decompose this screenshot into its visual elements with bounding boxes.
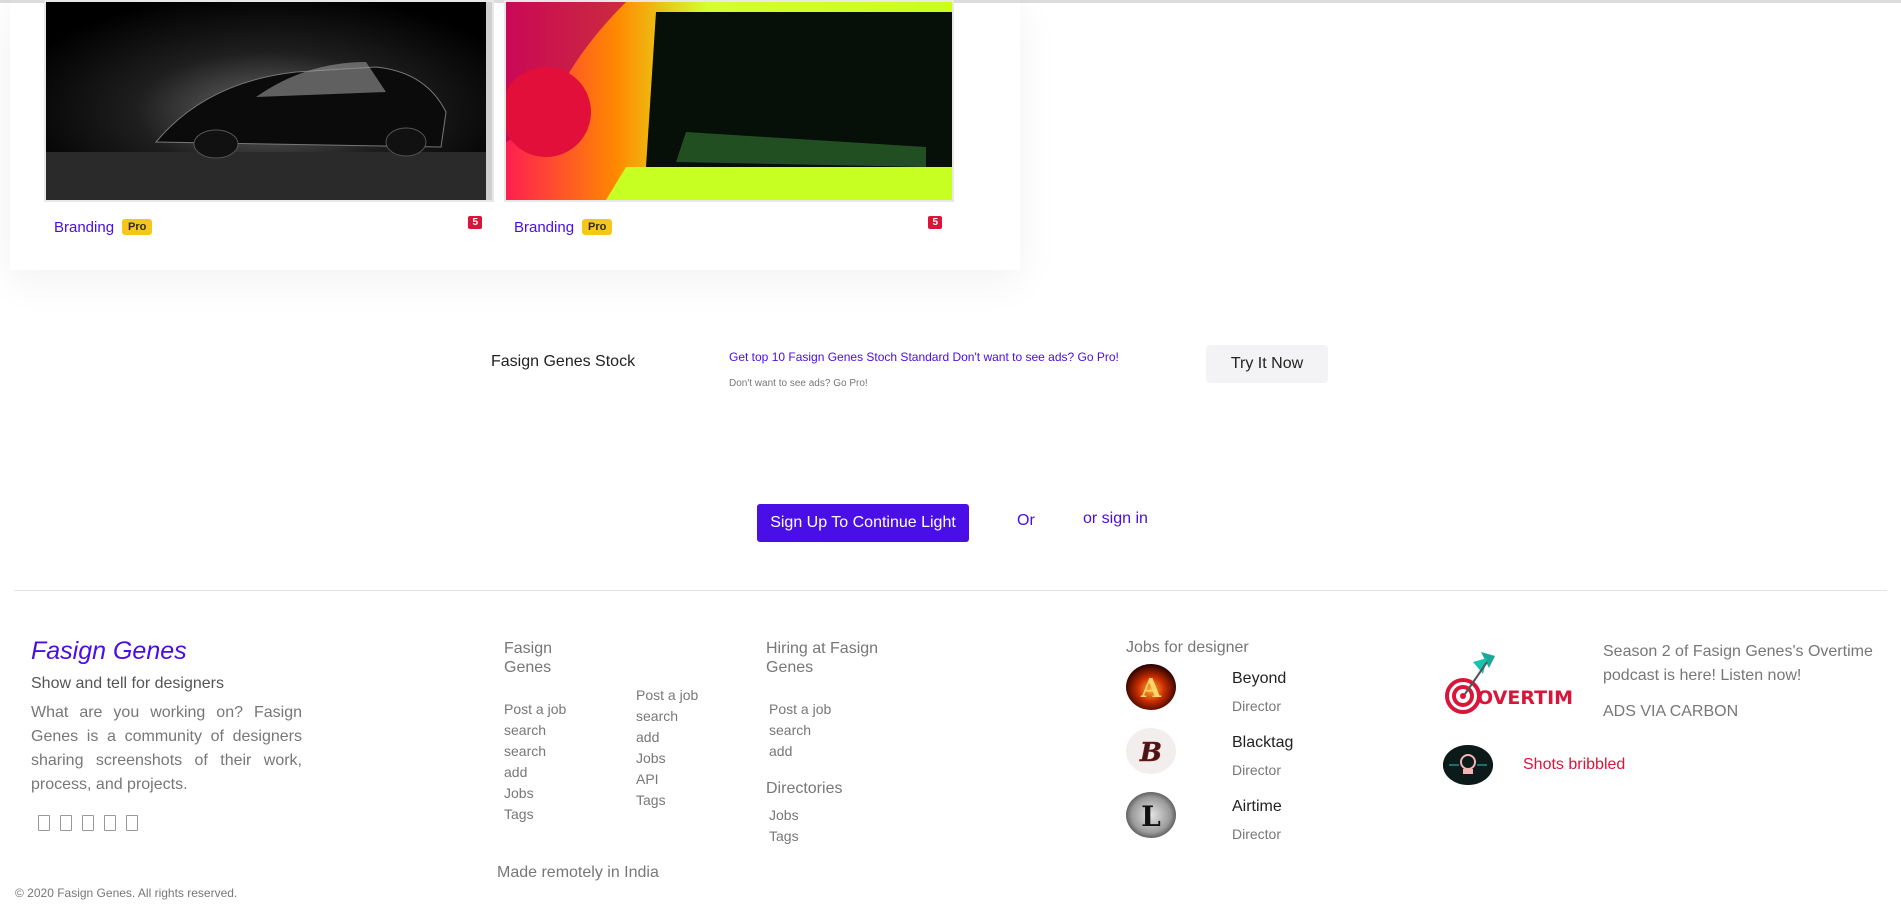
shots-dribbbled-link[interactable]: Shots bribbled <box>1523 756 1625 774</box>
footer-col2-links: Post a job search add Jobs API Tags <box>636 685 698 811</box>
footer-link[interactable]: add <box>504 762 566 783</box>
svg-text:L: L <box>1141 800 1161 833</box>
copyright: © 2020 Fasign Genes. All rights reserved… <box>15 886 238 900</box>
job-role: Director <box>1232 698 1282 714</box>
footer-link[interactable]: search <box>504 741 566 762</box>
shot-category-link[interactable]: Branding <box>54 219 114 236</box>
footer-link[interactable]: add <box>636 727 698 748</box>
job-company-name: Beyond <box>1232 670 1287 687</box>
job-role: Director <box>1232 826 1282 842</box>
footer-divider <box>14 590 1887 591</box>
job-item[interactable]: A Beyond Director <box>1126 664 1376 714</box>
footer-link[interactable]: Post a job <box>769 699 831 720</box>
footer-link[interactable]: Post a job <box>504 699 566 720</box>
ad-link[interactable]: Get top 10 Fasign Genes Stoch Standard D… <box>729 350 1119 364</box>
footer-link[interactable]: Tags <box>636 790 698 811</box>
sign-in-link[interactable]: or sign in <box>1083 510 1148 528</box>
company-logo: L <box>1126 792 1176 838</box>
footer-link[interactable]: search <box>636 706 698 727</box>
company-logo: B <box>1126 728 1176 774</box>
job-item[interactable]: B Blacktag Director <box>1126 728 1376 778</box>
shot-count-badge: 5 <box>928 216 942 229</box>
instagram-icon[interactable] <box>82 815 94 831</box>
pro-badge: Pro <box>122 219 153 235</box>
directories-links: Jobs Tags <box>769 805 799 847</box>
or-text: Or <box>1017 512 1035 529</box>
ads-via-carbon[interactable]: ADS VIA CARBON <box>1603 703 1738 721</box>
footer-link[interactable]: Tags <box>504 804 566 825</box>
footer-link[interactable]: add <box>769 741 831 762</box>
jobs-heading: Jobs for designer <box>1126 639 1249 656</box>
shot-count-badge: 5 <box>468 216 482 229</box>
footer-link[interactable]: Jobs <box>769 805 799 826</box>
directories-heading: Directories <box>766 780 843 797</box>
footer-tagline: Show and tell for designers <box>31 675 224 692</box>
shot-meta-2: Branding Pro 5 <box>514 216 942 238</box>
shots-logo-icon[interactable] <box>1443 745 1493 785</box>
footer-link[interactable]: search <box>504 720 566 741</box>
pro-badge: Pro <box>582 219 613 235</box>
overtime-podcast-image[interactable]: OVERTIME <box>1443 646 1586 716</box>
car-dark-image <box>46 2 492 200</box>
footer-about: What are you working on? Fasign Genes is… <box>31 704 302 793</box>
shot-meta-1: Branding Pro 5 <box>54 216 482 238</box>
footer-link[interactable]: API <box>636 769 698 790</box>
footer-brand-logo[interactable]: Fasign Genes <box>31 637 187 666</box>
job-company-name: Airtime <box>1232 798 1282 815</box>
facebook-icon[interactable] <box>60 815 72 831</box>
social-links <box>38 815 138 831</box>
twitter-icon[interactable] <box>38 815 50 831</box>
carbon-ad-text[interactable]: Season 2 of Fasign Genes's Overtime podc… <box>1603 640 1893 688</box>
footer-col1-heading: Fasign Genes <box>504 640 553 676</box>
shot-thumbnail-1[interactable] <box>44 0 494 202</box>
made-in-text: Made remotely in India <box>497 864 659 881</box>
pinterest-icon[interactable] <box>104 815 116 831</box>
footer-link[interactable]: Jobs <box>636 748 698 769</box>
svg-text:OVERTIME: OVERTIME <box>1477 687 1573 709</box>
ad-title: Fasign Genes Stock <box>491 353 636 370</box>
company-logo: A <box>1126 664 1176 710</box>
footer-link[interactable]: search <box>769 720 831 741</box>
linkedin-icon[interactable] <box>126 815 138 831</box>
job-role: Director <box>1232 762 1282 778</box>
ad-subtext: Don't want to see ads? Go Pro! <box>729 378 868 389</box>
svg-text:A: A <box>1140 674 1162 704</box>
car-yellow-image <box>506 2 952 200</box>
try-it-now-button[interactable]: Try It Now <box>1206 345 1328 383</box>
shot-thumbnail-2[interactable] <box>504 0 954 202</box>
footer-col3-links: Post a job search add <box>769 699 831 762</box>
signup-button[interactable]: Sign Up To Continue Light <box>757 504 969 542</box>
footer-link[interactable]: Jobs <box>504 783 566 804</box>
svg-text:B: B <box>1139 738 1162 768</box>
footer-col3-heading: Hiring at Fasign Genes <box>766 640 879 676</box>
shot-category-link[interactable]: Branding <box>514 219 574 236</box>
footer-col1-links: Post a job search search add Jobs Tags <box>504 699 566 825</box>
job-company-name: Blacktag <box>1232 734 1294 751</box>
job-item[interactable]: L Airtime Director <box>1126 792 1376 842</box>
footer-link[interactable]: Post a job <box>636 685 698 706</box>
footer-link[interactable]: Tags <box>769 826 799 847</box>
